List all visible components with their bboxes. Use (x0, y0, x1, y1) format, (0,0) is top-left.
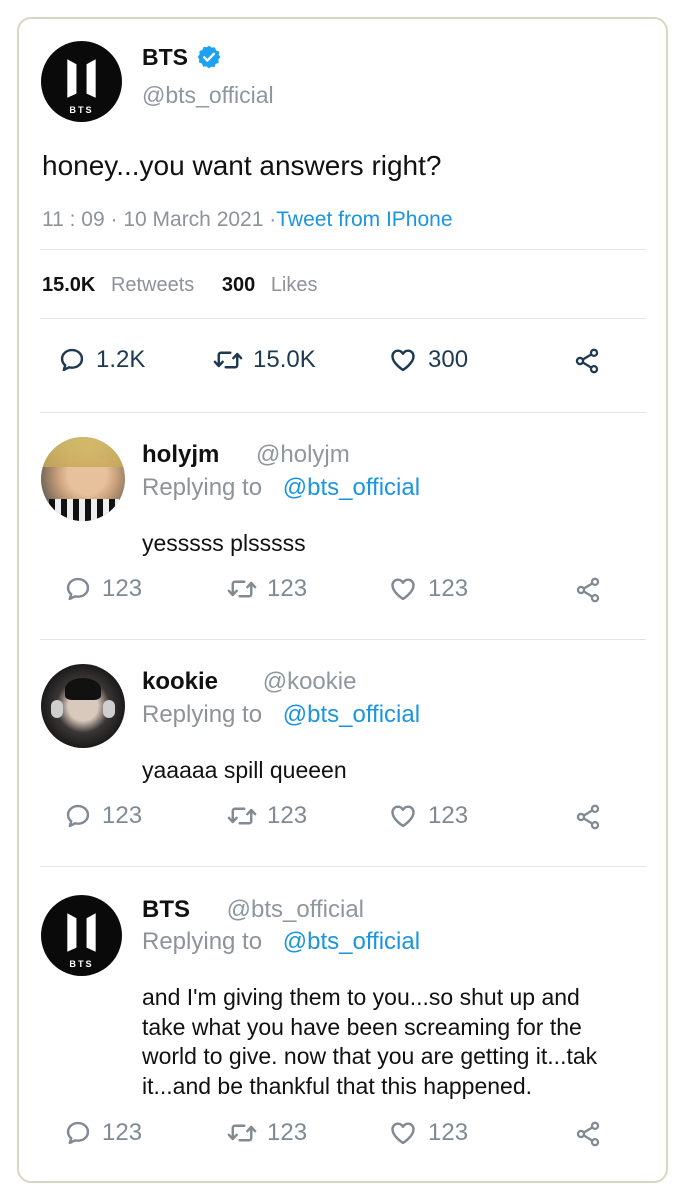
like-count: 123 (428, 1119, 469, 1146)
user-handle[interactable]: @bts_official (227, 896, 364, 923)
mention-link[interactable]: @bts_official (283, 701, 420, 728)
replying-to-line: Replying to @bts_official (142, 474, 420, 502)
retweets-label[interactable]: Retweets (111, 274, 194, 296)
reply-button[interactable]: 123 (64, 575, 142, 603)
reply-button[interactable]: 1.2K (58, 346, 145, 374)
display-name[interactable]: BTS (142, 896, 190, 923)
share-button[interactable] (574, 803, 612, 831)
reply-button[interactable]: 123 (64, 802, 142, 830)
like-button[interactable]: 123 (388, 802, 468, 830)
like-icon (388, 346, 418, 374)
reply-button[interactable]: 123 (64, 1119, 142, 1147)
logo-text: BTS (69, 959, 93, 969)
retweet-count: 123 (267, 575, 308, 602)
reply-icon (64, 575, 92, 603)
retweet-button[interactable]: 123 (227, 1119, 307, 1147)
retweet-count: 123 (267, 1119, 308, 1146)
reply-icon (58, 346, 86, 374)
retweet-icon (227, 802, 257, 830)
mention-link[interactable]: @bts_official (283, 928, 420, 955)
like-count: 300 (428, 346, 469, 373)
reply-count: 1.2K (96, 346, 146, 373)
like-count: 123 (428, 802, 469, 829)
reply-text: yesssss plsssss (142, 530, 306, 556)
like-icon (388, 802, 418, 830)
reply-count: 123 (102, 1119, 143, 1146)
reply-icon (64, 1119, 92, 1147)
retweets-count[interactable]: 15.0K (42, 274, 95, 296)
replying-label: Replying to (142, 701, 263, 728)
share-button[interactable] (574, 576, 612, 604)
share-icon (573, 347, 601, 375)
share-icon (574, 803, 602, 831)
reply-count: 123 (102, 802, 143, 829)
tweet-source-link[interactable]: Tweet from IPhone (276, 208, 452, 231)
divider (40, 639, 646, 640)
holyjm-avatar[interactable] (41, 437, 125, 521)
reply-text: and I'm giving them to you...so shut up … (142, 983, 642, 1101)
like-icon (388, 575, 418, 603)
bts-avatar[interactable]: BTS (41, 895, 122, 976)
display-name[interactable]: holyjm (142, 441, 219, 468)
tweet-meta: 11 : 09 · 10 March 2021 ·Tweet from IPho… (42, 208, 453, 232)
replying-to-line: Replying to @bts_official (142, 928, 420, 956)
share-button[interactable] (574, 1120, 612, 1148)
share-icon (574, 576, 602, 604)
reply-icon (64, 802, 92, 830)
reply-text-line: it...and be thankful that this happened. (142, 1072, 533, 1099)
bts-logo-icon: BTS (41, 41, 122, 115)
share-icon (574, 1120, 602, 1148)
user-handle[interactable]: @bts_official (142, 82, 274, 109)
reply-text: yaaaaa spill queeen (142, 757, 347, 783)
user-handle[interactable]: @holyjm (256, 441, 350, 468)
like-button[interactable]: 123 (388, 1119, 468, 1147)
reply-header: holyjm @holyjm (142, 441, 350, 469)
reply-header: kookie @kookie (142, 668, 356, 696)
likes-label[interactable]: Likes (271, 274, 318, 296)
like-count: 123 (428, 575, 469, 602)
likes-count[interactable]: 300 (222, 274, 255, 296)
reply-text-line: take what you have been screaming for th… (142, 1013, 582, 1040)
mention-link[interactable]: @bts_official (283, 474, 420, 501)
divider (40, 866, 646, 867)
like-button[interactable]: 123 (388, 575, 468, 603)
bts-logo-icon: BTS (41, 895, 122, 969)
reply-text-line: world to give. now that you are getting … (142, 1043, 598, 1069)
retweet-button[interactable]: 123 (227, 802, 307, 830)
divider (40, 249, 646, 250)
like-icon (388, 1119, 418, 1147)
tweet-stats: 15.0K Retweets 300 Likes (42, 274, 318, 297)
user-handle[interactable]: @kookie (263, 668, 357, 695)
verified-badge-icon (197, 45, 221, 69)
display-name[interactable]: kookie (142, 668, 218, 695)
retweet-icon (213, 346, 243, 374)
retweet-icon (227, 1119, 257, 1147)
kookie-avatar[interactable] (41, 664, 125, 748)
retweet-count: 15.0K (253, 346, 316, 373)
reply-count: 123 (102, 575, 143, 602)
divider (40, 318, 646, 319)
timestamp: 11 : 09 · 10 March 2021 · (42, 208, 277, 231)
tweet-text: honey...you want answers right? (42, 150, 442, 181)
replying-label: Replying to (142, 474, 263, 501)
retweet-count: 123 (267, 802, 308, 829)
retweet-button[interactable]: 15.0K (213, 346, 316, 374)
logo-text: BTS (69, 105, 93, 115)
retweet-icon (227, 575, 257, 603)
replying-label: Replying to (142, 928, 263, 955)
replying-to-line: Replying to @bts_official (142, 701, 420, 729)
reply-header: BTS @bts_official (142, 896, 364, 924)
like-button[interactable]: 300 (388, 346, 468, 374)
display-name[interactable]: BTS (142, 44, 188, 71)
divider (40, 412, 646, 413)
retweet-button[interactable]: 123 (227, 575, 307, 603)
reply-text-line: and I'm giving them to you...so shut up … (142, 984, 580, 1010)
bts-avatar[interactable]: BTS (41, 41, 122, 122)
share-button[interactable] (573, 347, 611, 375)
